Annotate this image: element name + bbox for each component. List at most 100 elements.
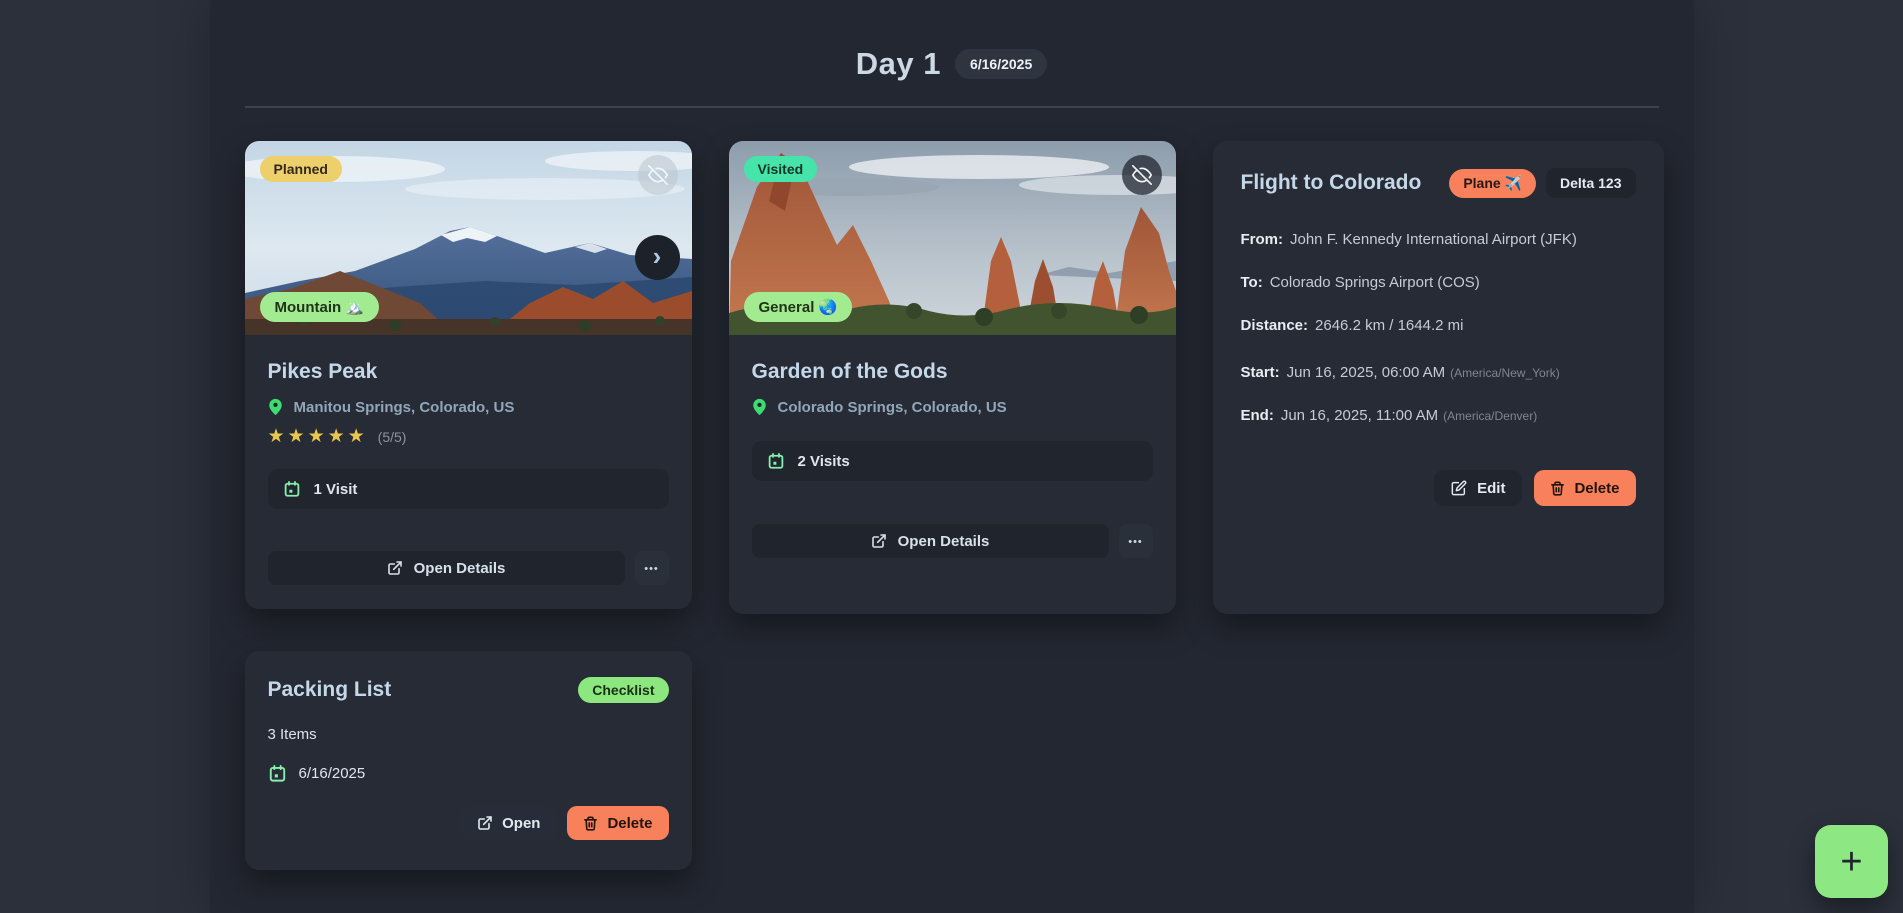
distance-label: Distance: xyxy=(1241,317,1309,334)
open-details-button[interactable]: Open Details xyxy=(752,524,1109,558)
external-link-icon xyxy=(387,560,403,576)
start-timezone: (America/New_York) xyxy=(1450,366,1560,380)
calendar-icon xyxy=(767,452,785,470)
open-checklist-button[interactable]: Open xyxy=(461,806,556,840)
rating-value: (5/5) xyxy=(378,429,407,445)
packing-title-row: Packing List Checklist xyxy=(268,677,669,703)
hide-image-button[interactable] xyxy=(638,155,678,195)
items-count: 3 Items xyxy=(268,726,669,743)
star-rating-icon: ★★★★★ xyxy=(268,425,368,448)
edit-label: Edit xyxy=(1477,480,1505,497)
visits-section[interactable]: 1 Visit xyxy=(268,469,669,509)
column-1: Planned › Mountain 🏔️ Pikes Peak xyxy=(245,141,692,870)
card-actions: Open Details ••• xyxy=(268,551,669,585)
open-details-label: Open Details xyxy=(898,533,990,550)
day-page: Day 1 6/16/2025 xyxy=(210,0,1694,913)
checklist-type-badge: Checklist xyxy=(578,677,668,703)
start-label: Start: xyxy=(1241,364,1280,381)
eye-off-icon xyxy=(1132,165,1152,185)
flight-start-row: Start: Jun 16, 2025, 06:00 AM (America/New… xyxy=(1241,364,1636,381)
page-title: Day 1 xyxy=(856,46,941,82)
visits-count: 2 Visits xyxy=(798,453,850,470)
category-badge: General 🌏 xyxy=(744,292,853,322)
pikes-peak-photo: Planned › Mountain 🏔️ xyxy=(245,141,692,335)
pikes-peak-body: Pikes Peak Manitou Springs, Colorado, US… xyxy=(245,335,692,609)
open-label: Open xyxy=(502,815,540,832)
flight-to-row: To: Colorado Springs Airport (COS) xyxy=(1241,274,1636,291)
date-badge: 6/16/2025 xyxy=(955,49,1047,79)
from-value: John F. Kennedy International Airport (J… xyxy=(1290,231,1577,248)
checklist-title: Packing List xyxy=(268,678,392,702)
delete-flight-button[interactable]: Delete xyxy=(1534,470,1635,506)
end-label: End: xyxy=(1241,407,1274,424)
place-title: Pikes Peak xyxy=(268,360,669,384)
next-image-button[interactable]: › xyxy=(635,235,680,280)
external-link-icon xyxy=(871,533,887,549)
card-actions: Open Details ••• xyxy=(752,524,1153,558)
checklist-card-packing-list: Packing List Checklist 3 Items 6/16/2025 xyxy=(245,651,692,870)
column-3: Flight to Colorado Plane ✈️ Delta 123 Fr… xyxy=(1213,141,1660,614)
checklist-date: 6/16/2025 xyxy=(299,765,366,782)
delete-label: Delete xyxy=(1574,480,1619,497)
location-text: Manitou Springs, Colorado, US xyxy=(294,399,515,416)
end-timezone: (America/Denver) xyxy=(1443,409,1537,423)
add-item-button[interactable]: + xyxy=(1815,825,1888,898)
chevron-right-icon: › xyxy=(653,243,662,269)
garden-photo: Visited General 🌏 xyxy=(729,141,1176,335)
ellipsis-icon: ••• xyxy=(1128,536,1143,548)
to-label: To: xyxy=(1241,274,1263,291)
flight-distance-row: Distance: 2646.2 km / 1644.2 mi xyxy=(1241,317,1636,334)
to-value: Colorado Springs Airport (COS) xyxy=(1270,274,1480,291)
trash-icon xyxy=(1550,481,1565,496)
from-label: From: xyxy=(1241,231,1284,248)
flight-number-badge: Delta 123 xyxy=(1546,168,1635,198)
visits-count: 1 Visit xyxy=(314,481,358,498)
edit-pencil-icon xyxy=(1451,480,1467,496)
checklist-date-row: 6/16/2025 xyxy=(268,764,669,783)
start-value: Jun 16, 2025, 06:00 AM xyxy=(1287,364,1445,381)
place-card-pikes-peak: Planned › Mountain 🏔️ Pikes Peak xyxy=(245,141,692,609)
calendar-icon xyxy=(283,480,301,498)
end-value: Jun 16, 2025, 11:00 AM xyxy=(1281,407,1438,424)
plus-icon: + xyxy=(1840,843,1862,881)
open-details-button[interactable]: Open Details xyxy=(268,551,625,585)
flight-badges: Plane ✈️ Delta 123 xyxy=(1449,168,1635,198)
flight-title: Flight to Colorado xyxy=(1241,171,1422,195)
category-badge: Mountain 🏔️ xyxy=(260,292,380,322)
trash-icon xyxy=(583,816,598,831)
day-header: Day 1 6/16/2025 xyxy=(210,0,1694,82)
location-row: Manitou Springs, Colorado, US xyxy=(268,398,669,416)
visits-section[interactable]: 2 Visits xyxy=(752,441,1153,481)
status-badge: Planned xyxy=(260,156,342,182)
status-badge: Visited xyxy=(744,156,818,182)
rating-row: ★★★★★ (5/5) xyxy=(268,425,669,448)
ellipsis-icon: ••• xyxy=(644,563,659,575)
flight-actions: Edit Delete xyxy=(1241,470,1636,506)
edit-flight-button[interactable]: Edit xyxy=(1434,470,1522,506)
open-details-label: Open Details xyxy=(414,560,506,577)
garden-body: Garden of the Gods Colorado Springs, Col… xyxy=(729,335,1176,582)
delete-checklist-button[interactable]: Delete xyxy=(567,806,668,840)
distance-value: 2646.2 km / 1644.2 mi xyxy=(1315,317,1463,334)
place-card-garden-of-the-gods: Visited General 🌏 Garden of the Gods xyxy=(729,141,1176,614)
more-options-button[interactable]: ••• xyxy=(1119,524,1153,558)
location-pin-icon xyxy=(268,398,283,416)
packing-actions: Open Delete xyxy=(268,806,669,840)
transport-card-flight: Flight to Colorado Plane ✈️ Delta 123 Fr… xyxy=(1213,141,1664,614)
calendar-icon xyxy=(268,764,287,783)
column-2: Visited General 🌏 Garden of the Gods xyxy=(729,141,1176,614)
more-options-button[interactable]: ••• xyxy=(635,551,669,585)
external-link-icon xyxy=(477,815,493,831)
flight-from-row: From: John F. Kennedy International Airpo… xyxy=(1241,231,1636,248)
delete-label: Delete xyxy=(607,815,652,832)
location-row: Colorado Springs, Colorado, US xyxy=(752,398,1153,416)
eye-off-icon xyxy=(648,165,668,185)
location-text: Colorado Springs, Colorado, US xyxy=(778,399,1007,416)
location-pin-icon xyxy=(752,398,767,416)
place-title: Garden of the Gods xyxy=(752,360,1153,384)
flight-title-row: Flight to Colorado Plane ✈️ Delta 123 xyxy=(1241,168,1636,198)
cards-grid: Planned › Mountain 🏔️ Pikes Peak xyxy=(210,108,1694,870)
hide-image-button[interactable] xyxy=(1122,155,1162,195)
flight-end-row: End: Jun 16, 2025, 11:00 AM (America/Denve… xyxy=(1241,407,1636,424)
transport-mode-badge: Plane ✈️ xyxy=(1449,169,1536,198)
